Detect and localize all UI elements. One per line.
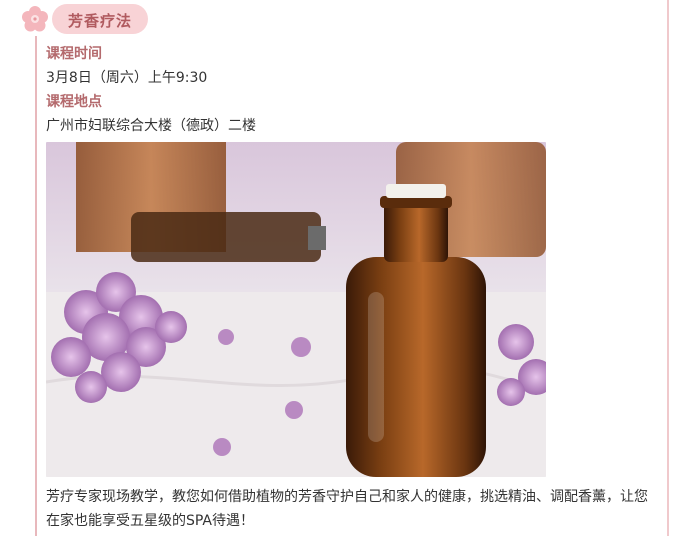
place-value: 广州市妇联综合大楼（德政）二楼 xyxy=(46,118,256,134)
flower-icon xyxy=(22,6,48,32)
frame-border xyxy=(667,0,669,536)
section-title: 芳香疗法 xyxy=(68,12,133,30)
time-label: 课程时间 xyxy=(46,46,102,62)
essential-oil-photo xyxy=(46,142,546,477)
course-description: 芳疗专家现场教学，教您如何借助植物的芳香守护自己和家人的健康，挑选精油、调配香薰… xyxy=(46,489,648,529)
section-rule xyxy=(35,36,37,536)
course-info: 课程时间 3月8日（周六）上午9:30 课程地点 广州市妇联综合大楼（德政）二楼 xyxy=(46,42,661,533)
section-badge: 芳香疗法 xyxy=(16,4,151,34)
place-label: 课程地点 xyxy=(46,94,102,110)
time-value: 3月8日（周六）上午9:30 xyxy=(46,70,208,86)
